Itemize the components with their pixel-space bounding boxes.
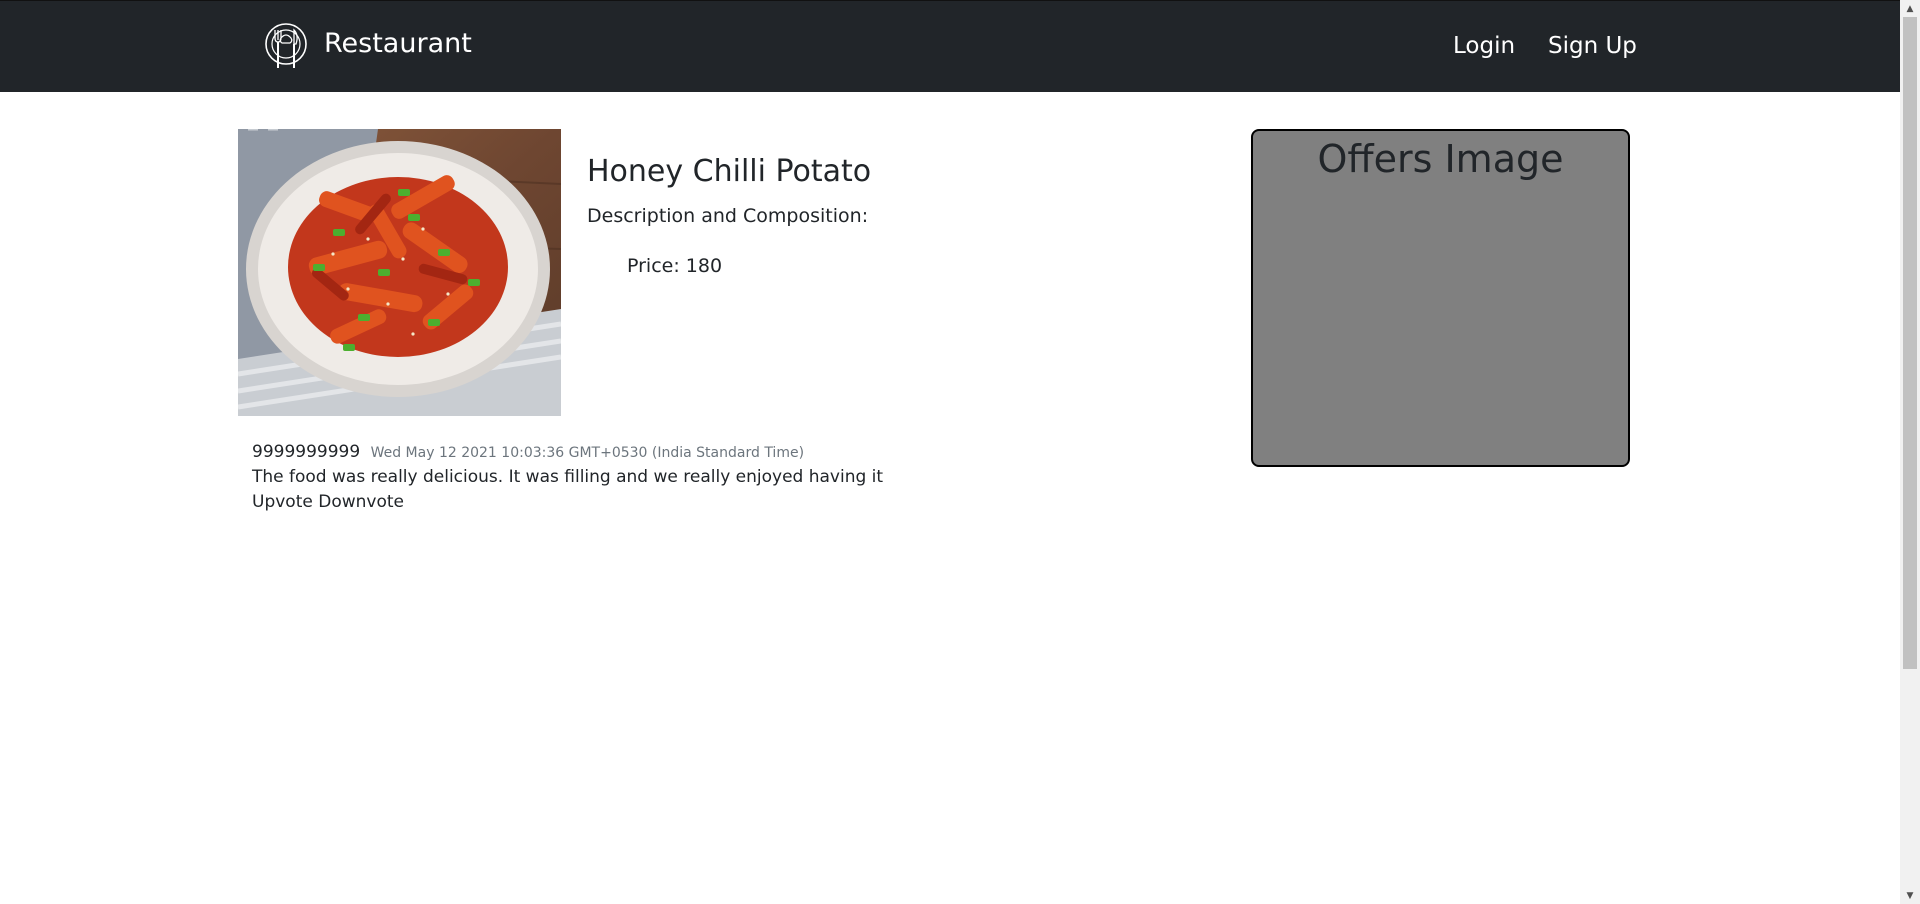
- upvote-button[interactable]: Upvote: [252, 492, 313, 512]
- navbar: Restaurant Login Sign Up: [0, 0, 1900, 92]
- vertical-scrollbar[interactable]: ▲ ▼: [1900, 0, 1920, 904]
- comment-header: 9999999999 Wed May 12 2021 10:03:36 GMT+…: [252, 441, 872, 464]
- item-title: Honey Chilli Potato: [587, 154, 872, 189]
- downvote-button[interactable]: Downvote: [318, 492, 404, 512]
- comment-date: Wed May 12 2021 10:03:36 GMT+0530 (India…: [370, 445, 805, 461]
- comment-text: The food was really delicious. It was fi…: [252, 467, 884, 487]
- chef-plate-icon: [265, 23, 307, 68]
- item-price: Price: 180: [627, 255, 723, 277]
- scroll-thumb[interactable]: [1903, 17, 1917, 669]
- scroll-up-arrow-icon[interactable]: ▲: [1900, 0, 1920, 17]
- item-description: Description and Composition:: [587, 205, 869, 227]
- offers-title: Offers Image: [1317, 137, 1564, 181]
- brand[interactable]: Restaurant: [263, 20, 472, 72]
- comment-user: 9999999999: [252, 442, 361, 462]
- login-link[interactable]: Login: [1453, 33, 1515, 59]
- scroll-down-arrow-icon[interactable]: ▼: [1900, 887, 1920, 904]
- comment-actions: Upvote Downvote: [252, 490, 872, 515]
- signup-link[interactable]: Sign Up: [1548, 33, 1637, 59]
- offers-box: Offers Image: [1251, 129, 1630, 467]
- brand-name: Restaurant: [324, 27, 472, 59]
- food-image: [238, 129, 561, 416]
- comment: 9999999999 Wed May 12 2021 10:03:36 GMT+…: [252, 441, 884, 515]
